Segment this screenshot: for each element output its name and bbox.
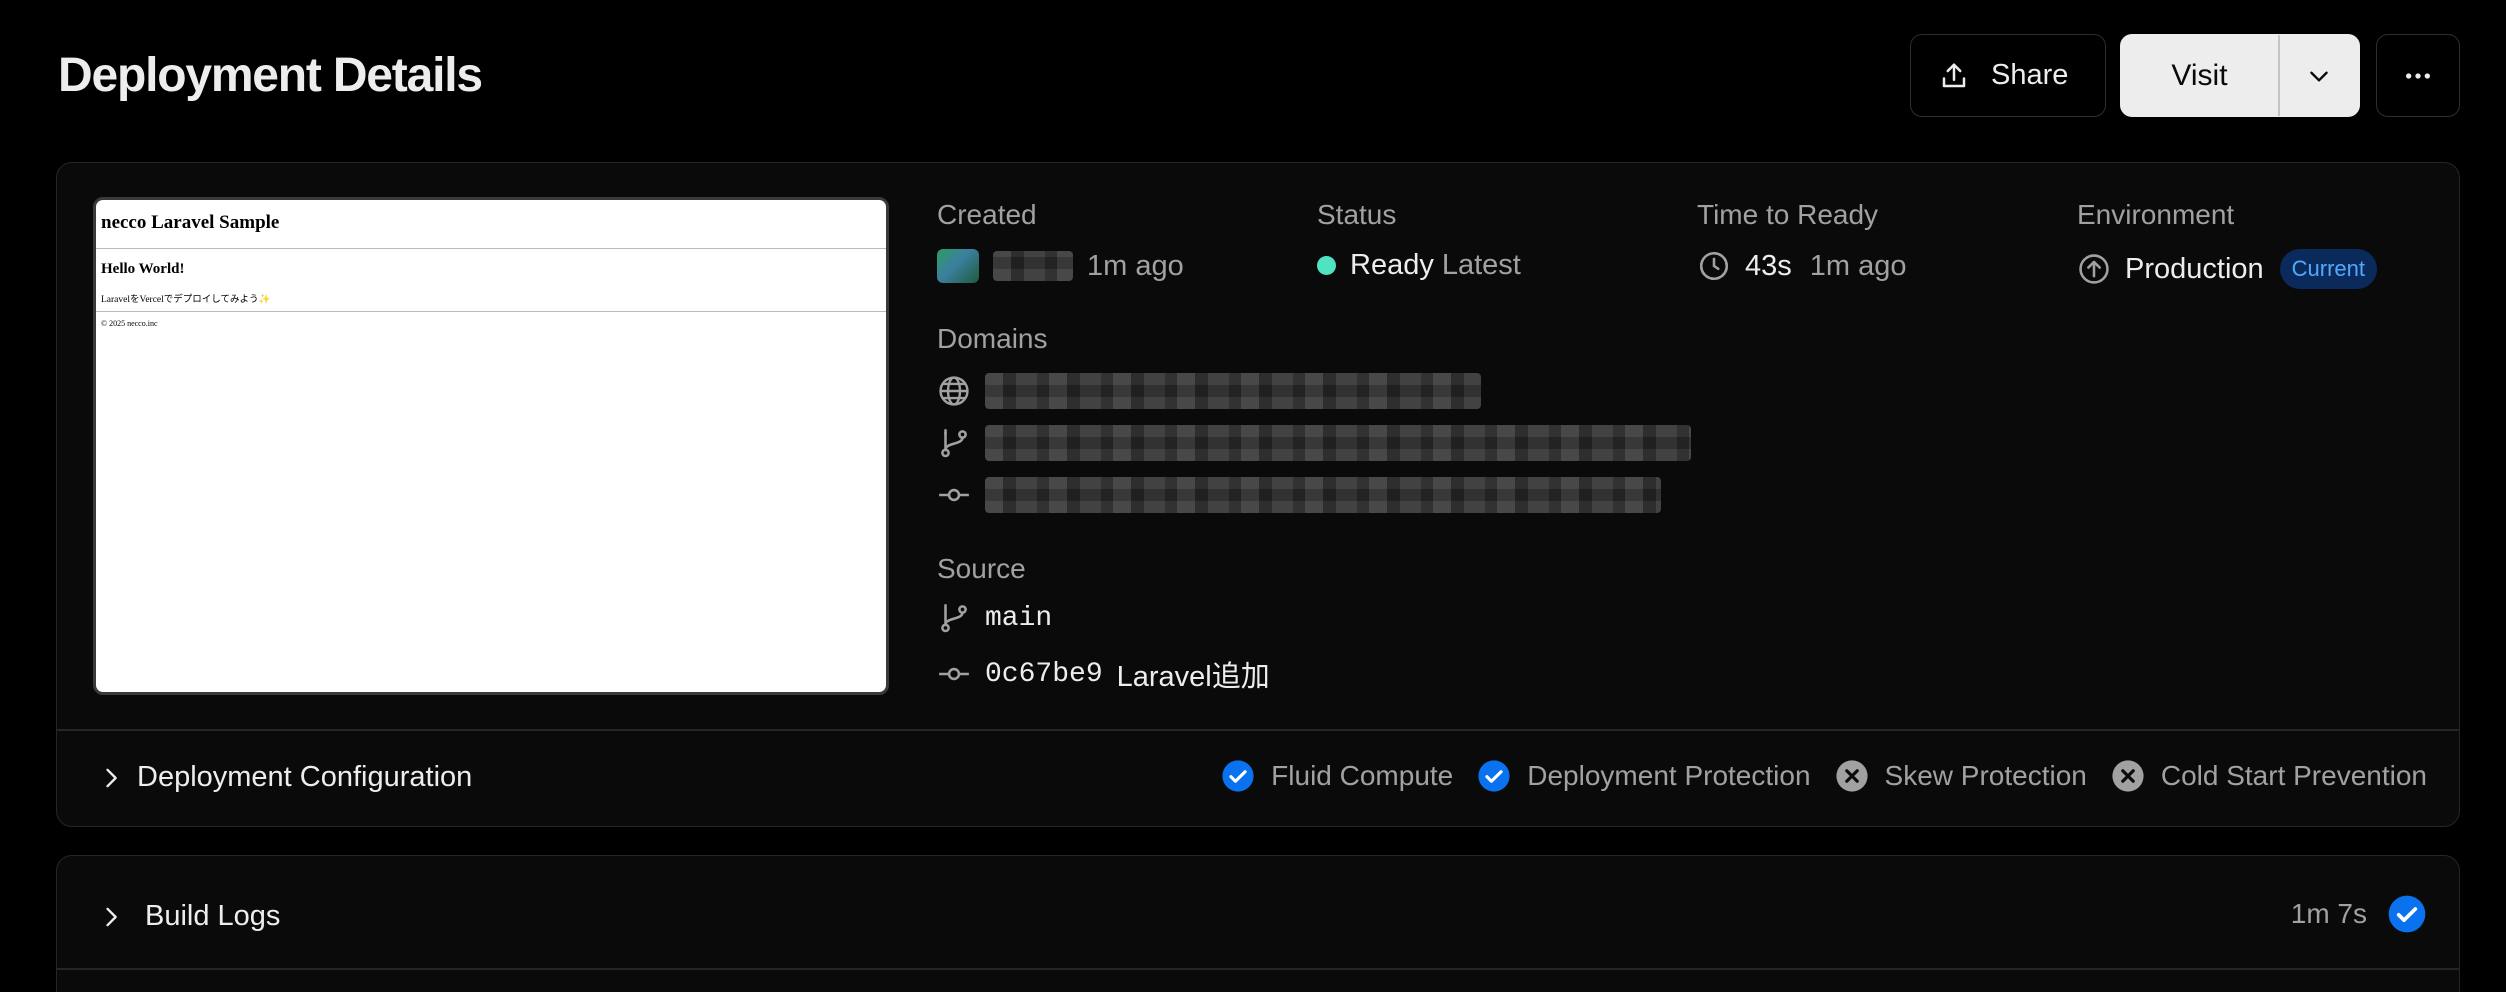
build-logs-toggle[interactable]: Build Logs: [106, 900, 281, 933]
feature-fluid-compute: Fluid Compute: [1221, 759, 1453, 793]
time-to-ready-label: Time to Ready: [1697, 199, 1879, 230]
deployment-configuration-toggle[interactable]: Deployment Configuration: [106, 761, 473, 794]
status-dot: [1317, 256, 1336, 275]
preview-footer: © 2025 necco.inc: [101, 319, 158, 328]
build-logs-card: Build Logs 1m 7s: [56, 855, 2460, 992]
deployment-card: necco Laravel Sample Hello World! Larave…: [56, 162, 2460, 827]
card-divider: [57, 729, 2459, 731]
visit-button-group: Visit: [2120, 34, 2360, 117]
build-logs-status: 1m 7s: [2291, 894, 2427, 934]
git-branch-icon: [941, 428, 967, 458]
feature-deployment-protection: Deployment Protection: [1477, 759, 1811, 793]
preview-site-title: necco Laravel Sample: [101, 212, 280, 233]
configuration-features: Fluid Compute Deployment Protection Skew…: [1197, 759, 2427, 793]
share-button[interactable]: Share: [1910, 34, 2106, 117]
environment-badge: Current: [2279, 249, 2378, 289]
share-label: Share: [1991, 59, 2069, 91]
source-branch[interactable]: main: [937, 601, 1052, 635]
x-circle-icon: [1835, 760, 1868, 792]
time-to-ready-value: 43s 1m ago: [1697, 249, 1907, 283]
card-divider: [57, 968, 2459, 970]
domains-label: Domains: [937, 323, 1048, 354]
check-circle-icon: [1478, 760, 1510, 792]
commit-message: Laravel追加: [1116, 661, 1270, 693]
visit-button[interactable]: Visit: [2121, 59, 2278, 93]
created-time: 1m ago: [1087, 249, 1184, 282]
preview-paragraph: LaravelをVercelでデプロイしてみよう✨: [101, 295, 271, 305]
redacted-domain: [985, 373, 1481, 409]
created-label: Created: [937, 199, 1037, 230]
time-to-ready-duration: 43s: [1745, 249, 1792, 282]
x-circle-icon: [2112, 760, 2144, 792]
preview-heading: Hello World!: [101, 261, 185, 277]
deployment-configuration-title: Deployment Configuration: [137, 761, 473, 793]
created-value: 1m ago: [937, 249, 1184, 283]
avatar: [937, 249, 979, 283]
preview-rule: [96, 311, 886, 312]
environment-value: Production Current: [2077, 249, 2378, 289]
check-circle-icon: [2388, 895, 2426, 933]
redacted-domain: [985, 477, 1661, 513]
source-commit[interactable]: 0c67be9 Laravel追加: [937, 653, 1270, 695]
more-options-button[interactable]: [2376, 34, 2460, 117]
domain-row[interactable]: [937, 425, 1691, 461]
environment-text: Production: [2125, 252, 2264, 285]
timer-icon: [1699, 251, 1729, 281]
chevron-down-icon: [2310, 71, 2329, 82]
time-to-ready-ago: 1m ago: [1809, 249, 1907, 282]
status-label: Status: [1317, 199, 1397, 230]
source-label: Source: [937, 553, 1026, 584]
globe-icon: [939, 376, 969, 406]
git-commit-icon: [939, 488, 969, 502]
git-branch-icon: [941, 603, 967, 633]
build-logs-duration: 1m 7s: [2290, 898, 2367, 929]
deployment-preview[interactable]: necco Laravel Sample Hello World! Larave…: [93, 197, 889, 695]
branch-name: main: [985, 602, 1053, 634]
status-tag: Latest: [1441, 249, 1521, 281]
page-title: Deployment Details: [58, 49, 483, 102]
feature-skew-protection: Skew Protection: [1835, 759, 2087, 793]
environment-label: Environment: [2077, 199, 2235, 230]
check-circle-icon: [1222, 760, 1254, 792]
git-commit-icon: [939, 667, 969, 681]
feature-cold-start-prevention: Cold Start Prevention: [2111, 759, 2427, 793]
build-logs-title: Build Logs: [145, 900, 281, 932]
domain-row[interactable]: [937, 477, 1661, 513]
visit-dropdown-button[interactable]: [2280, 63, 2360, 89]
status-value: Ready Latest: [1317, 249, 1521, 282]
redacted-domain: [985, 425, 1691, 461]
commit-hash: 0c67be9: [985, 658, 1103, 690]
chevron-right-icon: [106, 768, 117, 787]
arrow-up-circle-icon: [2079, 254, 2109, 284]
chevron-right-icon: [106, 907, 117, 926]
domain-row[interactable]: [937, 373, 1481, 409]
ellipsis-icon: [2406, 72, 2430, 79]
share-icon: [1942, 63, 1966, 87]
redacted-username: [993, 251, 1073, 281]
preview-rule: [96, 248, 886, 249]
status-text: Ready: [1350, 249, 1434, 281]
